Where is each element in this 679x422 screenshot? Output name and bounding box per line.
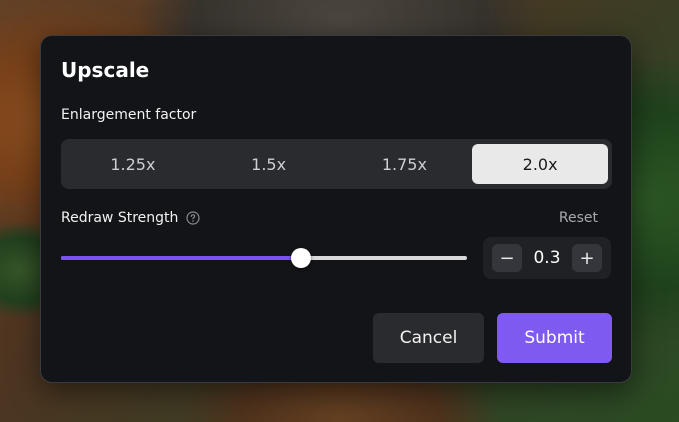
dialog-title: Upscale <box>61 58 150 82</box>
question-circle-icon[interactable] <box>186 211 201 225</box>
factor-option-1-75x[interactable]: 1.75x <box>337 144 473 184</box>
redraw-strength-label: Redraw Strength <box>61 210 179 226</box>
submit-button[interactable]: Submit <box>497 313 612 363</box>
cancel-button[interactable]: Cancel <box>373 313 484 363</box>
increment-button[interactable]: + <box>572 244 602 272</box>
redraw-strength-slider[interactable] <box>61 248 467 268</box>
slider-thumb[interactable] <box>290 248 311 268</box>
enlargement-factor-label: Enlargement factor <box>61 107 197 123</box>
factor-option-1-5x[interactable]: 1.5x <box>201 144 337 184</box>
redraw-strength-value[interactable]: 0.3 <box>522 237 572 279</box>
decrement-button[interactable]: − <box>492 244 522 272</box>
redraw-strength-label-group: Redraw Strength <box>61 210 201 226</box>
enlargement-factor-selector: 1.25x 1.5x 1.75x 2.0x <box>61 139 612 189</box>
factor-option-2-0x[interactable]: 2.0x <box>472 144 608 184</box>
reset-button[interactable]: Reset <box>559 210 598 226</box>
slider-fill <box>61 256 301 260</box>
redraw-strength-stepper: − 0.3 + <box>483 237 611 279</box>
factor-option-1-25x[interactable]: 1.25x <box>65 144 201 184</box>
upscale-dialog: Upscale Enlargement factor 1.25x 1.5x 1.… <box>40 35 632 383</box>
